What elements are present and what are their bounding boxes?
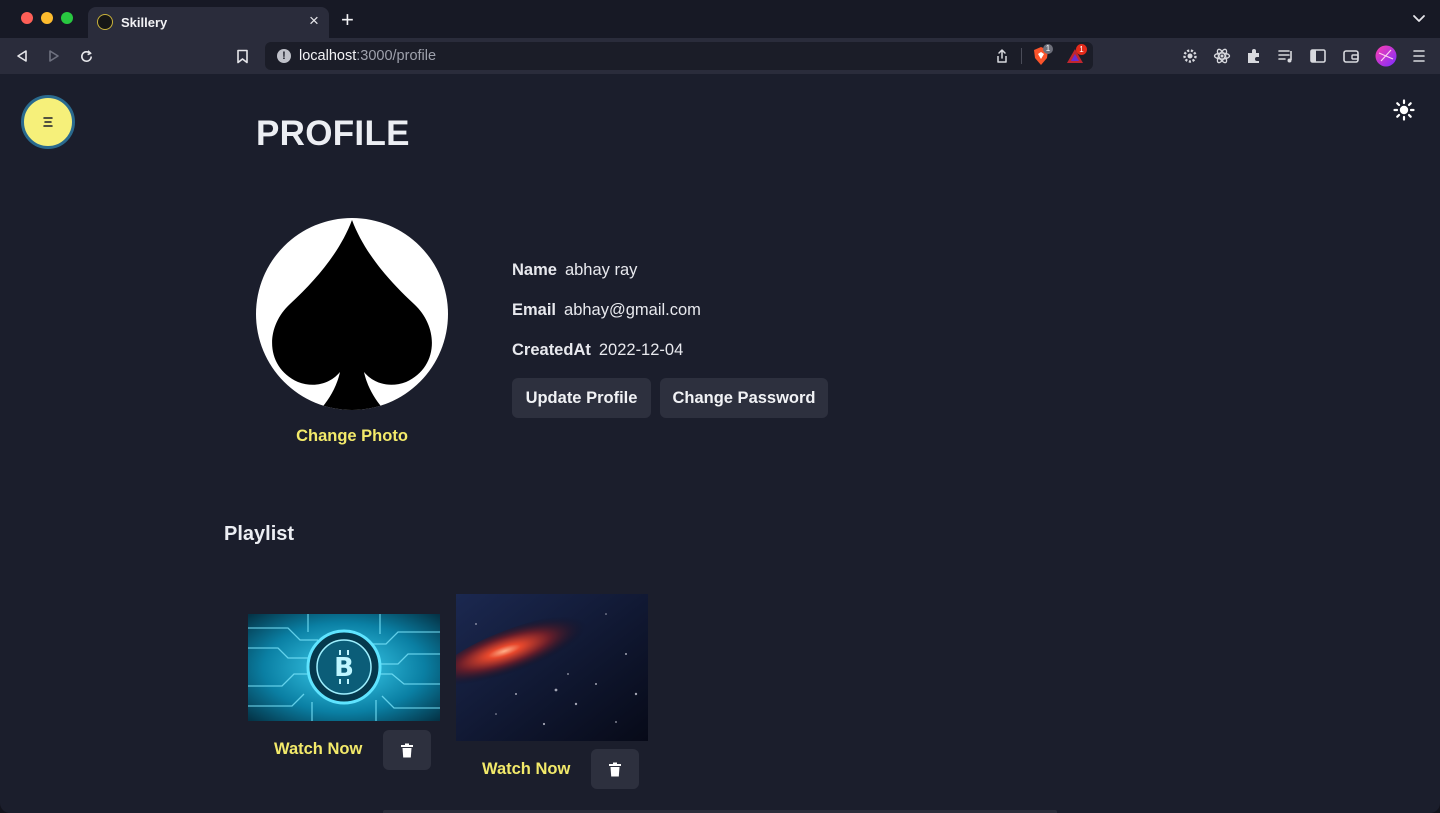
- trash-icon: [609, 762, 621, 776]
- page-title: PROFILE: [256, 114, 410, 153]
- playlist-thumbnail-bitcoin: B: [248, 614, 440, 721]
- change-password-button[interactable]: Change Password: [660, 378, 828, 418]
- browser-titlebar: Skillery × +: [0, 0, 1440, 38]
- tab-close-icon[interactable]: ×: [305, 12, 323, 30]
- new-tab-button[interactable]: +: [341, 9, 354, 31]
- playlist-thumbnail-galaxy: [456, 594, 648, 741]
- url-text[interactable]: localhost:3000/profile: [299, 48, 436, 64]
- maximize-window-button[interactable]: [61, 12, 73, 24]
- svg-text:B: B: [334, 653, 354, 683]
- media-playlist-icon[interactable]: [1277, 47, 1295, 65]
- profile-avatar-icon[interactable]: [1375, 45, 1397, 67]
- menu-button[interactable]: [21, 95, 75, 149]
- browser-toolbar: ! localhost:3000/profile 1 1: [0, 38, 1440, 74]
- delete-playlist-item-button[interactable]: [591, 749, 639, 789]
- minimize-window-button[interactable]: [41, 12, 53, 24]
- bookmark-icon[interactable]: [232, 46, 252, 66]
- playlist-heading: Playlist: [224, 523, 295, 545]
- url-divider: [1021, 48, 1022, 64]
- watch-now-button[interactable]: Watch Now: [274, 740, 362, 759]
- change-photo-button[interactable]: Change Photo: [256, 427, 448, 446]
- share-icon[interactable]: [994, 48, 1010, 64]
- update-profile-button[interactable]: Update Profile: [512, 378, 651, 418]
- created-label: CreatedAt: [512, 341, 591, 359]
- forward-icon[interactable]: [44, 46, 64, 66]
- tab-list-chevron-icon[interactable]: [1412, 11, 1426, 25]
- shield-count-badge: 1: [1043, 44, 1053, 54]
- wallet-icon[interactable]: [1342, 47, 1360, 65]
- close-window-button[interactable]: [21, 12, 33, 24]
- name-value: abhay ray: [564, 261, 638, 279]
- trash-icon: [401, 743, 413, 757]
- profile-name-row: Name abhay ray: [512, 261, 637, 280]
- settings-extension-icon[interactable]: [1181, 47, 1199, 65]
- avatar: [256, 218, 448, 410]
- skillery-favicon-icon: [97, 14, 113, 30]
- profile-email-row: Email abhay@gmail.com: [512, 301, 701, 320]
- email-label: Email: [512, 301, 557, 319]
- sidebar-toggle-icon[interactable]: [1309, 47, 1327, 65]
- rewards-count-badge: 1: [1076, 44, 1087, 55]
- watch-now-button[interactable]: Watch Now: [482, 760, 570, 779]
- address-bar[interactable]: ! localhost:3000/profile 1 1: [265, 42, 1093, 70]
- profile-page: PROFILE Change Photo Name abhay ray Email…: [0, 74, 1440, 813]
- react-devtools-icon[interactable]: [1213, 47, 1231, 65]
- delete-playlist-item-button[interactable]: [383, 730, 431, 770]
- site-info-icon[interactable]: !: [277, 49, 291, 63]
- theme-toggle-sun-icon[interactable]: [1392, 98, 1416, 122]
- created-value: 2022-12-04: [598, 341, 684, 359]
- brave-shields-icon[interactable]: 1: [1032, 44, 1053, 66]
- extensions-puzzle-icon[interactable]: [1245, 47, 1263, 65]
- reload-icon[interactable]: [76, 46, 96, 66]
- email-value: abhay@gmail.com: [564, 301, 701, 319]
- brave-rewards-icon[interactable]: 1: [1066, 44, 1087, 65]
- profile-created-row: CreatedAt 2022-12-04: [512, 341, 683, 360]
- browser-menu-icon[interactable]: [1410, 47, 1428, 65]
- hamburger-icon: [43, 117, 53, 127]
- back-icon[interactable]: [12, 46, 32, 66]
- browser-tab-active[interactable]: Skillery ×: [88, 7, 329, 38]
- name-label: Name: [512, 261, 557, 279]
- spade-icon: [272, 220, 432, 410]
- tab-title: Skillery: [121, 15, 168, 30]
